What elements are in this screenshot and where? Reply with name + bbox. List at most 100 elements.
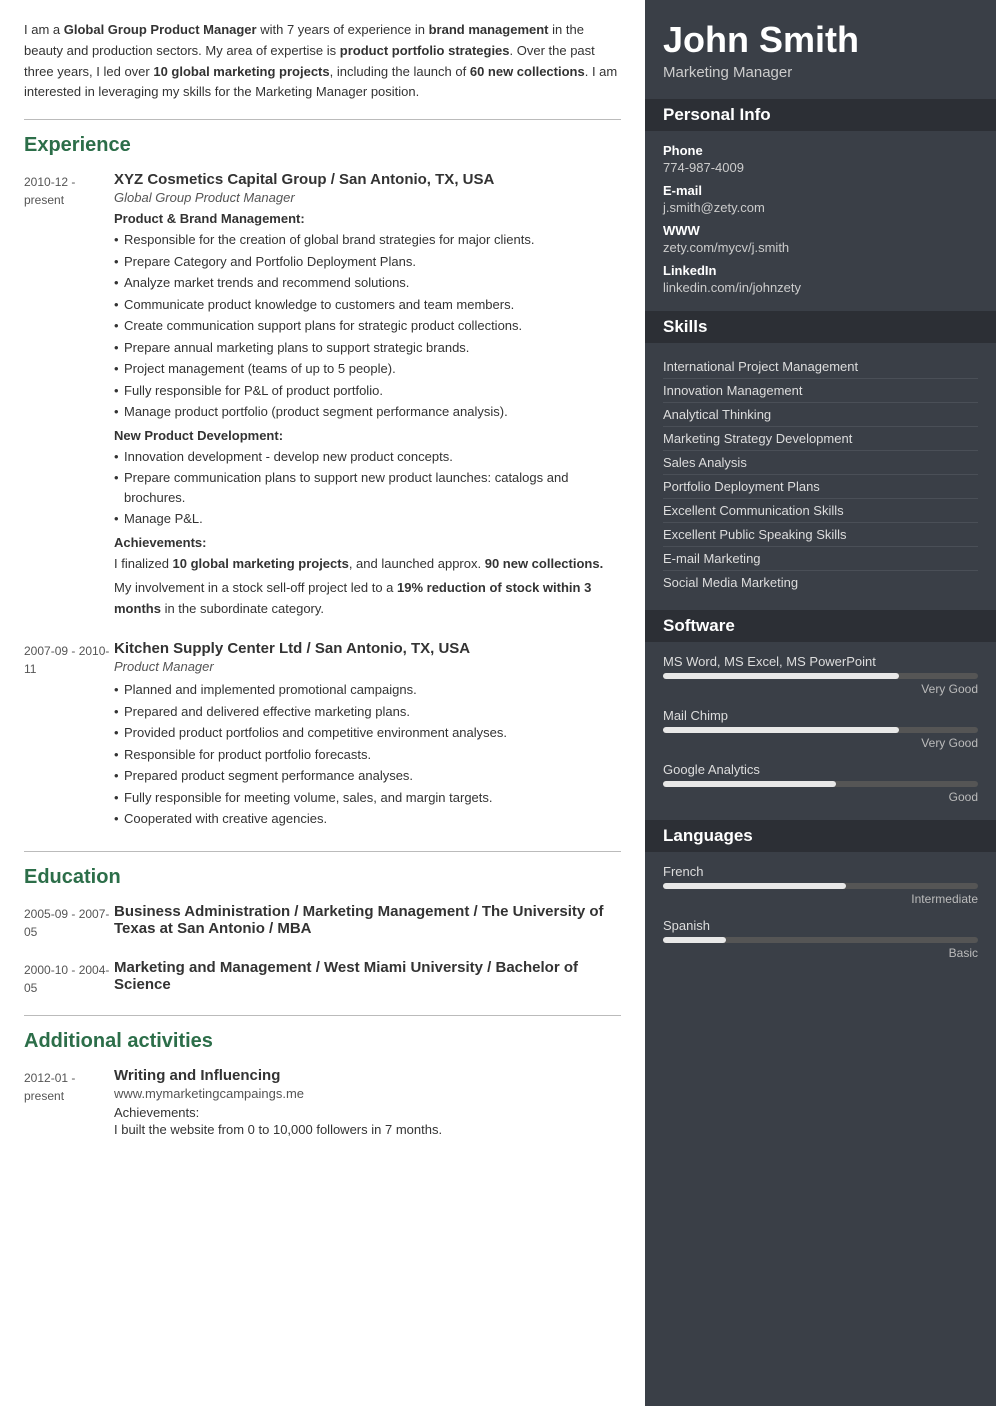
divider-additional <box>24 1015 621 1016</box>
progress-bar-fill <box>663 781 836 787</box>
skill-item: Innovation Management <box>663 379 978 403</box>
intro-paragraph: I am a Global Group Product Manager with… <box>24 20 621 103</box>
bullet-list-brand: Responsible for the creation of global b… <box>114 230 621 422</box>
skills-section-title: Skills <box>645 311 996 343</box>
sub-heading-brand: Product & Brand Management: <box>114 211 621 226</box>
skill-item: E-mail Marketing <box>663 547 978 571</box>
software-level-label: Very Good <box>663 736 978 750</box>
job-title-2: Product Manager <box>114 659 621 674</box>
education-degree-1: Business Administration / Marketing Mana… <box>114 903 621 937</box>
languages-section-title: Languages <box>645 820 996 852</box>
linkedin-value: linkedin.com/in/johnzety <box>663 280 978 295</box>
bullet-item: Analyze market trends and recommend solu… <box>114 273 621 293</box>
experience-section-title: Experience <box>24 134 621 157</box>
skill-item: Analytical Thinking <box>663 403 978 427</box>
email-label: E-mail <box>663 183 978 198</box>
experience-item-2: 2007-09 - 2010-11 Kitchen Supply Center … <box>24 640 621 831</box>
additional-date-1: 2012-01 - present <box>24 1067 114 1137</box>
bullet-item: Prepare communication plans to support n… <box>114 468 621 507</box>
bullet-item: Cooperated with creative agencies. <box>114 809 621 829</box>
phone-value: 774-987-4009 <box>663 160 978 175</box>
languages-list: French Intermediate Spanish Basic <box>663 864 978 960</box>
software-item: Google Analytics Good <box>663 762 978 804</box>
bullet-item: Responsible for the creation of global b… <box>114 230 621 250</box>
software-section-title: Software <box>645 610 996 642</box>
progress-bar-bg <box>663 781 978 787</box>
bullet-item: Responsible for product portfolio foreca… <box>114 745 621 765</box>
company-name-2: Kitchen Supply Center Ltd / San Antonio,… <box>114 640 621 657</box>
bullet-item: Provided product portfolios and competit… <box>114 723 621 743</box>
email-value: j.smith@zety.com <box>663 200 978 215</box>
experience-item-1: 2010-12 - present XYZ Cosmetics Capital … <box>24 171 621 620</box>
job-title-1: Global Group Product Manager <box>114 190 621 205</box>
additional-achievement-text: I built the website from 0 to 10,000 fol… <box>114 1122 621 1137</box>
personal-info-block: Phone 774-987-4009 E-mail j.smith@zety.c… <box>663 143 978 295</box>
bullet-item: Prepare annual marketing plans to suppor… <box>114 338 621 358</box>
education-item-1: 2005-09 - 2007-05 Business Administratio… <box>24 903 621 941</box>
progress-bar-bg <box>663 673 978 679</box>
sub-heading-achievements: Achievements: <box>114 535 621 550</box>
skill-item: Excellent Communication Skills <box>663 499 978 523</box>
progress-bar-bg <box>663 727 978 733</box>
experience-date-1: 2010-12 - present <box>24 171 114 620</box>
linkedin-label: LinkedIn <box>663 263 978 278</box>
bullet-item: Fully responsible for P&L of product por… <box>114 381 621 401</box>
language-progress-bar-bg <box>663 937 978 943</box>
education-degree-2: Marketing and Management / West Miami Un… <box>114 959 621 993</box>
divider-education <box>24 851 621 852</box>
additional-item-1: 2012-01 - present Writing and Influencin… <box>24 1067 621 1137</box>
education-detail-2: Marketing and Management / West Miami Un… <box>114 959 621 997</box>
achievement-text-2: My involvement in a stock sell-off proje… <box>114 578 621 620</box>
bullet-list-kitchen: Planned and implemented promotional camp… <box>114 680 621 829</box>
skill-item: Sales Analysis <box>663 451 978 475</box>
personal-info-section-title: Personal Info <box>645 99 996 131</box>
experience-date-2: 2007-09 - 2010-11 <box>24 640 114 831</box>
language-progress-bar-fill <box>663 883 846 889</box>
skill-item: Excellent Public Speaking Skills <box>663 523 978 547</box>
candidate-name: John Smith <box>663 20 978 60</box>
bullet-item: Fully responsible for meeting volume, sa… <box>114 788 621 808</box>
resume-container: I am a Global Group Product Manager with… <box>0 0 996 1406</box>
language-item: French Intermediate <box>663 864 978 906</box>
sub-heading-npd: New Product Development: <box>114 428 621 443</box>
additional-section-title: Additional activities <box>24 1030 621 1053</box>
bullet-item: Project management (teams of up to 5 peo… <box>114 359 621 379</box>
phone-label: Phone <box>663 143 978 158</box>
progress-bar-fill <box>663 727 899 733</box>
language-progress-bar-fill <box>663 937 726 943</box>
additional-detail-1: Writing and Influencing www.mymarketingc… <box>114 1067 621 1137</box>
additional-achievement-label: Achievements: <box>114 1105 621 1120</box>
experience-detail-1: XYZ Cosmetics Capital Group / San Antoni… <box>114 171 621 620</box>
language-name: French <box>663 864 978 879</box>
additional-website-1: www.mymarketingcampaings.me <box>114 1086 621 1101</box>
software-level-label: Good <box>663 790 978 804</box>
language-item: Spanish Basic <box>663 918 978 960</box>
left-panel: I am a Global Group Product Manager with… <box>0 0 645 1406</box>
bullet-item: Create communication support plans for s… <box>114 316 621 336</box>
software-item: Mail Chimp Very Good <box>663 708 978 750</box>
candidate-job-title: Marketing Manager <box>663 64 978 81</box>
skill-item: Marketing Strategy Development <box>663 427 978 451</box>
experience-detail-2: Kitchen Supply Center Ltd / San Antonio,… <box>114 640 621 831</box>
language-name: Spanish <box>663 918 978 933</box>
software-item: MS Word, MS Excel, MS PowerPointVery Goo… <box>663 654 978 696</box>
bullet-item: Communicate product knowledge to custome… <box>114 295 621 315</box>
bullet-item: Manage P&L. <box>114 509 621 529</box>
software-list: MS Word, MS Excel, MS PowerPointVery Goo… <box>663 654 978 804</box>
education-date-2: 2000-10 - 2004-05 <box>24 959 114 997</box>
skills-list: International Project ManagementInnovati… <box>663 355 978 594</box>
software-name: Google Analytics <box>663 762 978 777</box>
software-name: Mail Chimp <box>663 708 978 723</box>
achievement-text-1: I finalized 10 global marketing projects… <box>114 554 621 575</box>
right-panel: John Smith Marketing Manager Personal In… <box>645 0 996 1406</box>
skill-item: Portfolio Deployment Plans <box>663 475 978 499</box>
bullet-item: Planned and implemented promotional camp… <box>114 680 621 700</box>
bullet-item: Prepare Category and Portfolio Deploymen… <box>114 252 621 272</box>
language-level-label: Basic <box>663 946 978 960</box>
skill-item: International Project Management <box>663 355 978 379</box>
bullet-item: Prepared product segment performance ana… <box>114 766 621 786</box>
education-section-title: Education <box>24 866 621 889</box>
education-item-2: 2000-10 - 2004-05 Marketing and Manageme… <box>24 959 621 997</box>
language-level-label: Intermediate <box>663 892 978 906</box>
bullet-list-npd: Innovation development - develop new pro… <box>114 447 621 529</box>
